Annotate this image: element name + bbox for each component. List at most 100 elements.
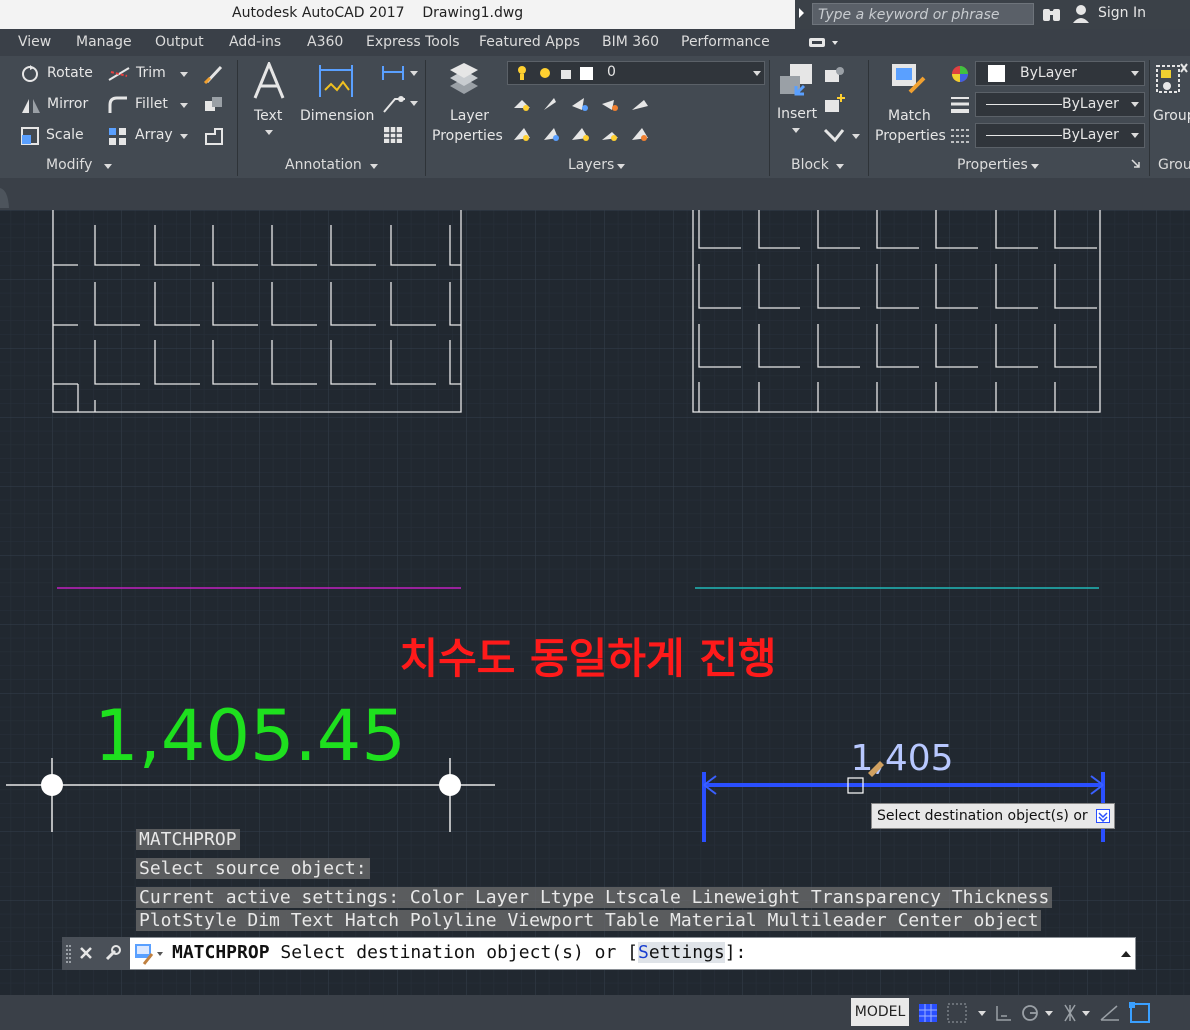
scale-button[interactable]: Scale	[46, 127, 84, 143]
search-expand-icon[interactable]	[799, 8, 804, 18]
tab-bim-360[interactable]: BIM 360	[602, 34, 659, 50]
panel-title-layers[interactable]: Layers	[568, 157, 614, 173]
trim-dropdown-icon[interactable]	[180, 72, 188, 77]
layer-properties-label-1[interactable]: Layer	[450, 108, 489, 124]
layer-dropdown-arrow-icon[interactable]	[753, 71, 761, 76]
text-button[interactable]: Text	[254, 108, 282, 124]
trim-icon	[108, 67, 130, 81]
recent-commands-icon[interactable]	[134, 942, 168, 966]
color-dropdown[interactable]: ByLayer	[975, 61, 1145, 86]
layers-panel-expand-icon[interactable]	[617, 164, 625, 169]
command-prompt[interactable]: MATCHPROP Select destination object(s) o…	[172, 942, 746, 963]
command-history-line: PlotStyle Dim Text Hatch Polyline Viewpo…	[136, 910, 1042, 931]
mirror-button[interactable]: Mirror	[47, 96, 88, 112]
dimension-grip[interactable]	[439, 774, 461, 796]
array-button[interactable]: Array	[135, 127, 173, 143]
color-value: ByLayer	[1020, 65, 1077, 81]
isodraft-dropdown-icon	[1082, 1011, 1090, 1016]
tab-manage[interactable]: Manage	[76, 34, 132, 50]
create-block-icon[interactable]	[823, 64, 847, 84]
command-history-line: Select source object:	[136, 858, 370, 879]
tab-view[interactable]: View	[18, 34, 51, 50]
table-icon[interactable]	[383, 126, 403, 144]
linetype-value: ByLayer	[1062, 127, 1119, 143]
layer-tools-row1-icons[interactable]	[510, 94, 658, 114]
current-layer-name: 0	[607, 64, 616, 80]
linetype-dropdown-arrow-icon[interactable]	[1131, 133, 1139, 138]
edit-block-icon[interactable]	[823, 94, 847, 114]
ribbon-minimize-icon[interactable]	[808, 36, 842, 50]
linetype-dropdown[interactable]: ByLayer	[975, 123, 1145, 148]
wrench-icon[interactable]	[104, 944, 122, 962]
tab-featured-apps[interactable]: Featured Apps	[479, 34, 580, 50]
command-name: MATCHPROP	[172, 942, 270, 963]
trim-button[interactable]: Trim	[136, 65, 166, 81]
command-history-toggle-icon[interactable]	[1121, 951, 1131, 957]
properties-panel-expand-icon[interactable]	[1031, 164, 1039, 169]
panel-separator	[1149, 60, 1150, 176]
copy-icon[interactable]	[203, 95, 225, 115]
cursor-tooltip: Select destination object(s) or	[871, 803, 1115, 829]
right-dimension-value: 1,405	[850, 738, 953, 779]
leader-icon[interactable]	[381, 94, 407, 114]
group-button[interactable]: Group	[1153, 108, 1190, 124]
array-icon	[109, 128, 126, 145]
command-line-handle[interactable]	[62, 937, 130, 970]
array-dropdown-icon[interactable]	[180, 134, 188, 139]
lineweight-icon	[951, 97, 969, 113]
panel-title-block[interactable]: Block	[791, 157, 829, 173]
edit-attributes-dropdown-icon[interactable]	[852, 134, 860, 139]
linear-dim-icon[interactable]	[381, 64, 407, 82]
layer-properties-label-2[interactable]: Properties	[432, 128, 503, 144]
binoculars-icon[interactable]	[1042, 5, 1062, 23]
linear-dim-dropdown-icon[interactable]	[410, 71, 418, 76]
rotate-icon	[22, 65, 38, 82]
tooltip-options-icon[interactable]	[1096, 809, 1110, 823]
modify-panel-expand-icon[interactable]	[104, 164, 112, 169]
panel-title-groups[interactable]: Grou	[1158, 157, 1190, 173]
rotate-button[interactable]: Rotate	[47, 65, 93, 81]
panel-title-modify[interactable]: Modify	[46, 157, 92, 173]
erase-icon[interactable]	[203, 64, 225, 84]
text-dropdown-icon[interactable]	[265, 130, 273, 135]
start-tab-edge[interactable]	[0, 186, 10, 208]
fillet-button[interactable]: Fillet	[135, 96, 168, 112]
fillet-dropdown-icon[interactable]	[180, 103, 188, 108]
block-panel-expand-icon[interactable]	[836, 164, 844, 169]
layer-tools-row2-icons[interactable]	[510, 124, 658, 144]
model-space-button[interactable]: MODEL	[851, 998, 909, 1026]
tab-express-tools[interactable]: Express Tools	[366, 34, 460, 50]
insert-button[interactable]: Insert	[777, 106, 817, 122]
annotation-panel-expand-icon[interactable]	[370, 164, 378, 169]
lineweight-dropdown[interactable]: ByLayer	[975, 92, 1145, 117]
search-input[interactable]: Type a keyword or phrase	[812, 3, 1034, 25]
color-dropdown-arrow-icon[interactable]	[1131, 71, 1139, 76]
stretch-icon[interactable]	[203, 126, 225, 146]
tab-performance[interactable]: Performance	[681, 34, 770, 50]
sign-in-link[interactable]: Sign In	[1098, 5, 1146, 21]
dimension-grip[interactable]	[41, 774, 63, 796]
fillet-icon	[108, 96, 127, 113]
panel-title-annotation[interactable]: Annotation	[285, 157, 362, 173]
status-toggles[interactable]	[917, 1002, 1190, 1026]
polar-dropdown-icon	[1045, 1011, 1053, 1016]
dimension-button[interactable]: Dimension	[300, 108, 374, 124]
lineweight-dropdown-arrow-icon[interactable]	[1131, 102, 1139, 107]
panel-title-properties[interactable]: Properties	[957, 157, 1028, 173]
tab-a360[interactable]: A360	[307, 34, 343, 50]
edit-attributes-icon[interactable]	[823, 126, 847, 144]
korean-annotation-text[interactable]: 치수도 동일하게 진행	[399, 634, 776, 683]
leader-dropdown-icon[interactable]	[410, 101, 418, 106]
drag-handle-icon[interactable]	[66, 945, 72, 963]
match-properties-label-2[interactable]: Properties	[875, 128, 946, 144]
tab-output[interactable]: Output	[155, 34, 204, 50]
close-icon[interactable]	[79, 946, 93, 960]
properties-dialog-launcher-icon[interactable]	[1131, 159, 1141, 169]
panel-separator	[868, 60, 869, 176]
insert-dropdown-icon[interactable]	[792, 128, 800, 133]
layer-dropdown[interactable]: 0	[507, 61, 765, 85]
match-properties-label-1[interactable]: Match	[888, 108, 931, 124]
settings-option-hotkey: S	[638, 942, 649, 963]
tab-add-ins[interactable]: Add-ins	[229, 34, 281, 50]
settings-option-link[interactable]: Settings	[638, 942, 725, 963]
